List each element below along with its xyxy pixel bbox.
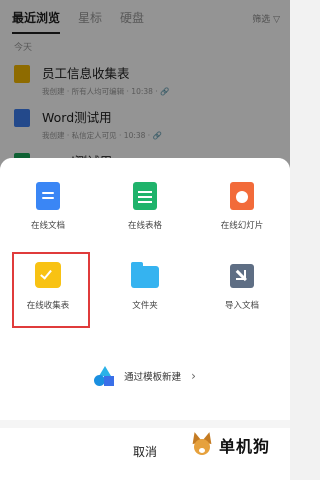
create-folder-button[interactable]: 文件夹 [105,262,185,311]
chevron-right-icon: › [191,369,196,383]
dog-mascot-icon [189,430,215,458]
create-item-label: 在线幻灯片 [220,221,264,231]
import-document-button[interactable]: 导入文档 [202,262,282,311]
slide-icon [230,182,254,210]
folder-icon [131,262,159,288]
sheet-icon [133,182,157,210]
create-item-label: 文件夹 [132,301,158,311]
template-icon [94,366,116,386]
create-item-label: 在线表格 [127,221,162,231]
create-online-slide-button[interactable]: 在线幻灯片 [202,182,282,231]
highlight-box [12,252,90,328]
create-item-label: 导入文档 [224,301,259,311]
template-label: 通过模板新建 [124,372,182,383]
doc-icon [36,182,60,210]
watermark-text: 单机狗 [218,437,270,456]
watermark-logo: 单机狗 [189,430,270,458]
import-icon [230,264,254,288]
create-item-label: 在线文档 [30,221,65,231]
create-online-sheet-button[interactable]: 在线表格 [105,182,185,231]
create-online-doc-button[interactable]: 在线文档 [8,182,88,231]
create-from-template-button[interactable]: 通过模板新建 › [0,366,290,386]
